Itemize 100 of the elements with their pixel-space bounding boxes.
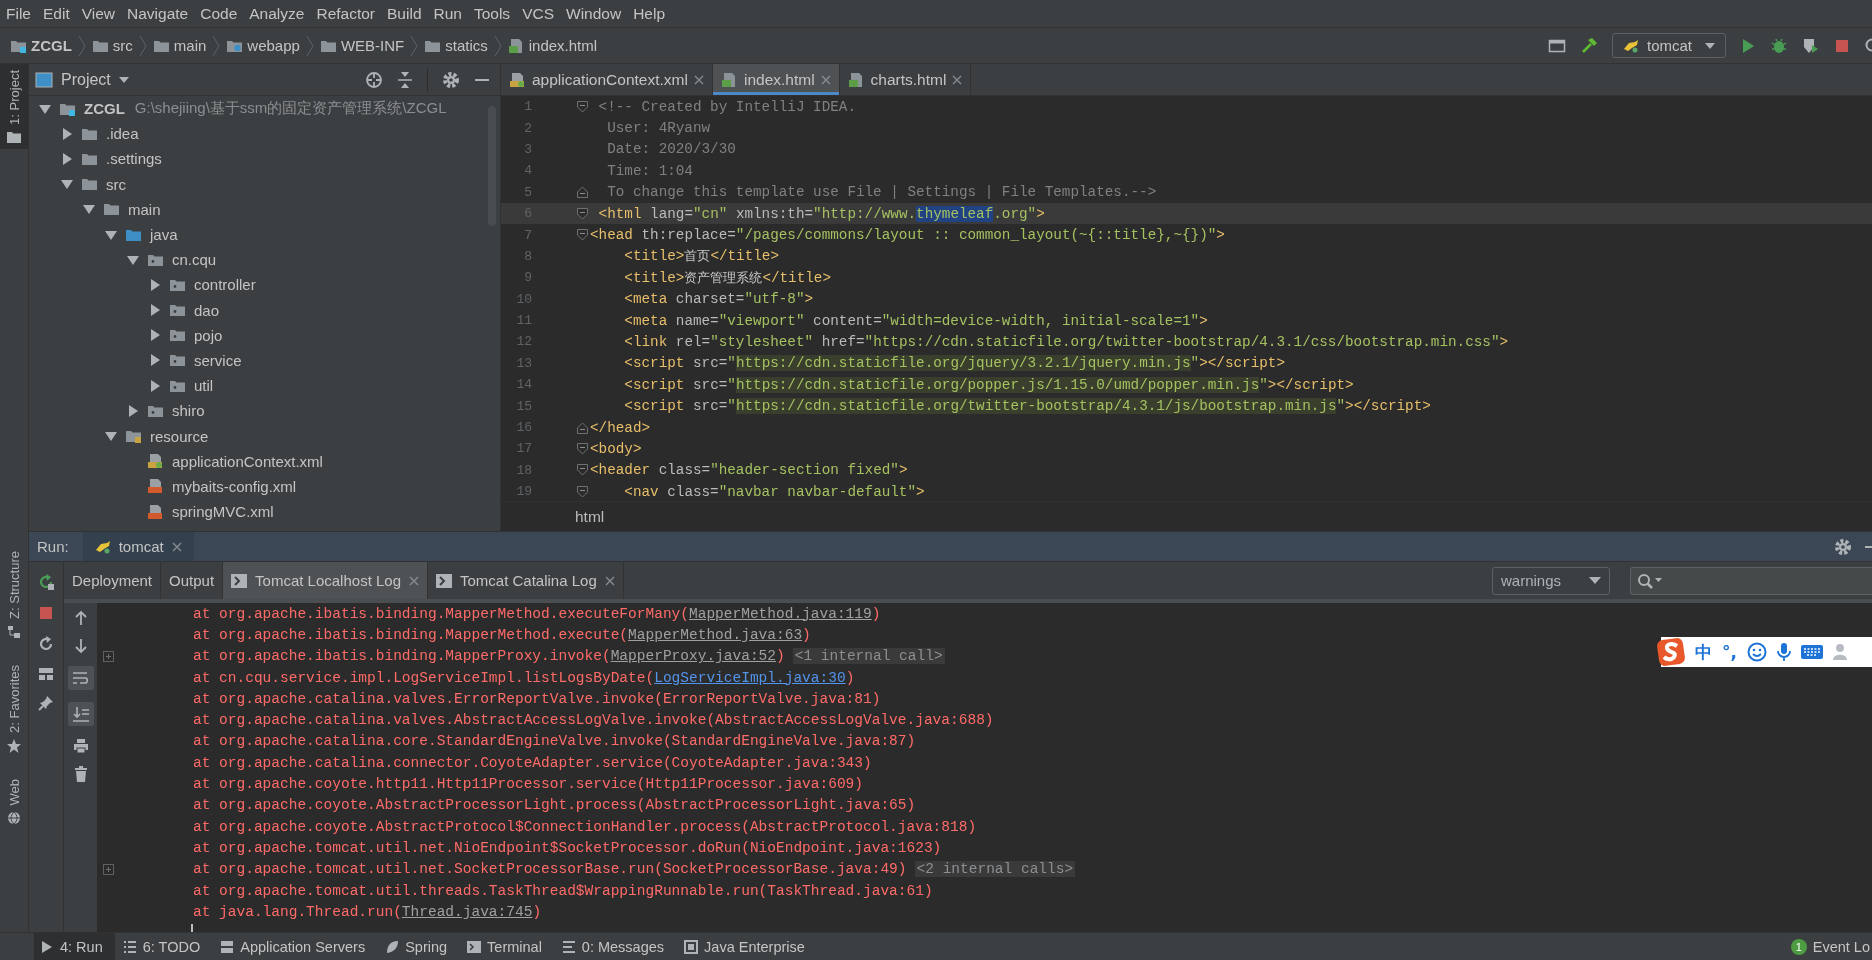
tool-window-button[interactable]: Java Enterprise [678, 933, 817, 960]
source-link[interactable]: LogServiceImpl.java:30 [654, 669, 846, 686]
source-link[interactable]: MapperMethod.java:63 [628, 626, 803, 643]
expand-arrow-icon[interactable] [149, 278, 161, 291]
smiley-icon[interactable] [1746, 642, 1767, 662]
fold-marker-icon[interactable] [577, 421, 588, 434]
breadcrumb-item[interactable]: webapp [247, 37, 300, 54]
menu-item[interactable]: Window [566, 4, 631, 23]
tree-item-label[interactable]: util [194, 377, 214, 395]
tree-item-label[interactable]: ZCGL [84, 100, 125, 118]
close-icon[interactable] [693, 74, 704, 85]
tool-window-tab[interactable]: 2: Favorites [0, 658, 28, 759]
menu-item[interactable]: Edit [43, 4, 79, 23]
settings-icon[interactable] [1834, 537, 1852, 556]
tree-item-label[interactable]: .settings [106, 150, 162, 168]
fold-marker-icon[interactable] [577, 100, 588, 113]
fold-marker-icon[interactable] [577, 186, 588, 199]
menu-item[interactable]: Code [200, 4, 247, 23]
microphone-icon[interactable] [1776, 642, 1791, 662]
tree-item-label[interactable]: pojo [194, 326, 223, 344]
tree-item-label[interactable]: controller [194, 276, 256, 294]
editor-tab[interactable]: charts.html [839, 64, 972, 95]
collapse-arrow-icon[interactable] [127, 253, 139, 266]
crosshair-icon[interactable] [365, 70, 383, 89]
expand-fold-icon[interactable] [103, 650, 114, 662]
source-link[interactable]: MapperMethod.java:119 [689, 605, 872, 622]
run-icon[interactable] [1740, 37, 1756, 54]
tree-item-label[interactable]: mybaits-config.xml [172, 477, 297, 495]
window-icon[interactable] [1548, 37, 1566, 54]
tree-item-label[interactable]: .idea [106, 125, 139, 143]
menu-item[interactable]: Build [387, 4, 431, 23]
soft-wrap-icon[interactable] [67, 666, 94, 690]
tool-window-button[interactable]: Terminal [461, 933, 554, 960]
restart-icon[interactable] [37, 635, 55, 653]
run-config-tab[interactable]: tomcat [82, 532, 194, 561]
tool-window-tab[interactable]: 1: Project [0, 64, 28, 149]
menu-item[interactable]: VCS [522, 4, 563, 23]
menu-item[interactable]: Refactor [316, 4, 385, 23]
breadcrumb-item[interactable]: statics [445, 37, 488, 54]
tree-item-label[interactable]: java [150, 226, 178, 244]
ime-mode-label[interactable]: °, [1722, 642, 1737, 662]
layout-icon[interactable] [38, 667, 54, 681]
menu-item[interactable]: Tools [473, 4, 520, 23]
keyboard-icon[interactable] [1800, 644, 1823, 660]
print-icon[interactable] [72, 738, 89, 754]
arrow-up-icon[interactable] [73, 610, 88, 626]
close-icon[interactable] [409, 575, 419, 586]
menu-item[interactable]: File [6, 4, 40, 23]
tool-window-tab[interactable]: Web [0, 772, 28, 832]
stop-icon[interactable] [1834, 37, 1850, 54]
menu-item[interactable]: Analyze [249, 4, 314, 23]
tree-item-label[interactable]: dao [194, 301, 220, 319]
trash-icon[interactable] [73, 766, 88, 782]
collapse-arrow-icon[interactable] [61, 178, 73, 191]
tool-window-button[interactable]: 4: Run [34, 933, 115, 960]
close-icon[interactable] [171, 541, 182, 552]
tree-item-label[interactable]: shiro [172, 402, 205, 420]
shield-icon[interactable] [1802, 36, 1820, 55]
arrow-down-icon[interactable] [73, 638, 88, 654]
console-tab[interactable]: Tomcat Localhost Log [223, 562, 428, 599]
close-icon[interactable] [820, 74, 831, 85]
collapse-arrow-icon[interactable] [39, 102, 51, 115]
hammer-icon[interactable] [1580, 36, 1598, 55]
source-link[interactable]: MapperProxy.java:52 [610, 648, 776, 665]
close-icon[interactable] [604, 575, 615, 586]
breadcrumb-item[interactable]: ZCGL [31, 37, 72, 54]
breadcrumb-item[interactable]: WEB-INF [340, 37, 405, 54]
collapse-arrow-icon[interactable] [105, 430, 117, 443]
expand-arrow-icon[interactable] [149, 379, 161, 392]
console-tab[interactable]: Tomcat Catalina Log [428, 562, 624, 599]
search-field[interactable] [1630, 566, 1872, 595]
fold-marker-icon[interactable] [577, 207, 588, 220]
tree-item-label[interactable]: src [106, 175, 126, 193]
tree-item-label[interactable]: cn.cqu [172, 251, 217, 269]
event-log-button[interactable]: 1 Event Lo [1784, 933, 1872, 960]
tree-item-label[interactable]: springMVC.xml [172, 503, 274, 521]
expand-fold-icon[interactable] [103, 863, 114, 875]
collapse-all-icon[interactable] [397, 70, 413, 89]
expand-arrow-icon[interactable] [61, 152, 73, 165]
tool-window-button[interactable]: Spring [379, 933, 460, 960]
menu-item[interactable]: Navigate [127, 4, 198, 23]
tree-item-label[interactable]: main [128, 200, 161, 218]
run-configuration-dropdown[interactable]: tomcat [1612, 33, 1726, 58]
log-level-dropdown[interactable]: warnings [1492, 566, 1610, 595]
fold-marker-icon[interactable] [577, 229, 588, 242]
expand-arrow-icon[interactable] [149, 354, 161, 367]
settings-icon[interactable] [442, 70, 460, 89]
tool-window-button[interactable]: 6: TODO [116, 933, 213, 960]
tree-item-label[interactable]: resource [150, 427, 209, 445]
breadcrumb-item[interactable]: index.html [528, 37, 598, 54]
tag-breadcrumb[interactable]: html [575, 507, 605, 526]
menu-item[interactable]: Run [433, 4, 471, 23]
fold-marker-icon[interactable] [577, 485, 588, 498]
editor-tab[interactable]: index.html [712, 64, 840, 95]
expand-arrow-icon[interactable] [149, 329, 161, 342]
internal-calls-note[interactable]: <2 internal calls> [914, 861, 1076, 878]
tool-window-button[interactable]: 0: Messages [555, 933, 677, 960]
console-tab[interactable]: Deployment [64, 562, 162, 599]
editor-tab[interactable]: applicationContext.xml [501, 64, 713, 95]
expand-arrow-icon[interactable] [127, 404, 139, 417]
